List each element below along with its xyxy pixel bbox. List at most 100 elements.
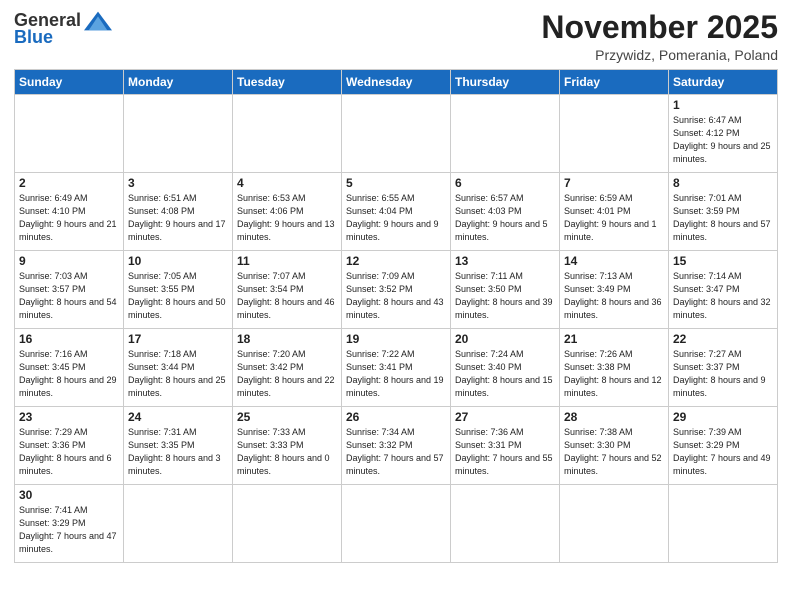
calendar-cell: 14 Sunrise: 7:13 AM Sunset: 3:49 PM Dayli… xyxy=(560,251,669,329)
day-number: 30 xyxy=(19,488,119,502)
calendar-cell xyxy=(560,485,669,563)
day-number: 2 xyxy=(19,176,119,190)
calendar-cell: 27Sunrise: 7:36 AM Sunset: 3:31 PM Dayli… xyxy=(451,407,560,485)
calendar-week-row: 23 Sunrise: 7:29 AM Sunset: 3:36 PM Dayli… xyxy=(15,407,778,485)
day-number: 7 xyxy=(564,176,664,190)
calendar-cell: 18 Sunrise: 7:20 AM Sunset: 3:42 PM Dayli… xyxy=(233,329,342,407)
day-number: 8 xyxy=(673,176,773,190)
day-number: 21 xyxy=(564,332,664,346)
day-number: 29 xyxy=(673,410,773,424)
day-number: 12 xyxy=(346,254,446,268)
day-info: Sunrise: 6:53 AM Sunset: 4:06 PM Dayligh… xyxy=(237,192,337,244)
weekday-header: Saturday xyxy=(669,70,778,95)
calendar-cell xyxy=(451,95,560,173)
weekday-header: Sunday xyxy=(15,70,124,95)
day-info: Sunrise: 7:34 AM Sunset: 3:32 PM Dayligh… xyxy=(346,426,446,478)
calendar-cell: 16Sunrise: 7:16 AM Sunset: 3:45 PM Dayli… xyxy=(15,329,124,407)
calendar-cell xyxy=(342,95,451,173)
day-info: Sunrise: 7:13 AM Sunset: 3:49 PM Dayligh… xyxy=(564,270,664,322)
day-info: Sunrise: 7:38 AM Sunset: 3:30 PM Dayligh… xyxy=(564,426,664,478)
day-info: Sunrise: 7:29 AM Sunset: 3:36 PM Dayligh… xyxy=(19,426,119,478)
calendar-cell xyxy=(342,485,451,563)
page: General Blue November 2025 Przywidz, Pom… xyxy=(0,0,792,612)
day-number: 26 xyxy=(346,410,446,424)
location-title: Przywidz, Pomerania, Poland xyxy=(541,47,778,63)
weekday-header: Friday xyxy=(560,70,669,95)
day-info: Sunrise: 7:01 AM Sunset: 3:59 PM Dayligh… xyxy=(673,192,773,244)
calendar: SundayMondayTuesdayWednesdayThursdayFrid… xyxy=(14,69,778,563)
day-info: Sunrise: 7:39 AM Sunset: 3:29 PM Dayligh… xyxy=(673,426,773,478)
day-info: Sunrise: 6:57 AM Sunset: 4:03 PM Dayligh… xyxy=(455,192,555,244)
day-number: 25 xyxy=(237,410,337,424)
calendar-cell: 26 Sunrise: 7:34 AM Sunset: 3:32 PM Dayli… xyxy=(342,407,451,485)
day-info: Sunrise: 7:26 AM Sunset: 3:38 PM Dayligh… xyxy=(564,348,664,400)
calendar-cell: 28 Sunrise: 7:38 AM Sunset: 3:30 PM Dayli… xyxy=(560,407,669,485)
calendar-week-row: 2Sunrise: 6:49 AM Sunset: 4:10 PM Daylig… xyxy=(15,173,778,251)
calendar-header: SundayMondayTuesdayWednesdayThursdayFrid… xyxy=(15,70,778,95)
day-number: 9 xyxy=(19,254,119,268)
day-info: Sunrise: 7:18 AM Sunset: 3:44 PM Dayligh… xyxy=(128,348,228,400)
day-number: 6 xyxy=(455,176,555,190)
day-info: Sunrise: 7:09 AM Sunset: 3:52 PM Dayligh… xyxy=(346,270,446,322)
day-number: 4 xyxy=(237,176,337,190)
day-info: Sunrise: 7:03 AM Sunset: 3:57 PM Dayligh… xyxy=(19,270,119,322)
day-info: Sunrise: 6:47 AM Sunset: 4:12 PM Dayligh… xyxy=(673,114,773,166)
day-number: 13 xyxy=(455,254,555,268)
title-area: November 2025 Przywidz, Pomerania, Polan… xyxy=(541,10,778,63)
day-number: 18 xyxy=(237,332,337,346)
day-info: Sunrise: 7:05 AM Sunset: 3:55 PM Dayligh… xyxy=(128,270,228,322)
calendar-cell: 12 Sunrise: 7:09 AM Sunset: 3:52 PM Dayli… xyxy=(342,251,451,329)
calendar-cell: 3 Sunrise: 6:51 AM Sunset: 4:08 PM Daylig… xyxy=(124,173,233,251)
calendar-cell xyxy=(451,485,560,563)
calendar-cell xyxy=(669,485,778,563)
day-number: 11 xyxy=(237,254,337,268)
day-number: 19 xyxy=(346,332,446,346)
calendar-cell: 5 Sunrise: 6:55 AM Sunset: 4:04 PM Daylig… xyxy=(342,173,451,251)
day-info: Sunrise: 6:55 AM Sunset: 4:04 PM Dayligh… xyxy=(346,192,446,244)
calendar-cell: 9 Sunrise: 7:03 AM Sunset: 3:57 PM Daylig… xyxy=(15,251,124,329)
calendar-cell: 21 Sunrise: 7:26 AM Sunset: 3:38 PM Dayli… xyxy=(560,329,669,407)
calendar-cell: 13 Sunrise: 7:11 AM Sunset: 3:50 PM Dayli… xyxy=(451,251,560,329)
day-number: 28 xyxy=(564,410,664,424)
day-number: 23 xyxy=(19,410,119,424)
calendar-week-row: 1 Sunrise: 6:47 AM Sunset: 4:12 PM Daylig… xyxy=(15,95,778,173)
calendar-cell: 17 Sunrise: 7:18 AM Sunset: 3:44 PM Dayli… xyxy=(124,329,233,407)
calendar-cell xyxy=(233,95,342,173)
calendar-cell: 15 Sunrise: 7:14 AM Sunset: 3:47 PM Dayli… xyxy=(669,251,778,329)
day-number: 3 xyxy=(128,176,228,190)
logo: General Blue xyxy=(14,10,112,48)
day-info: Sunrise: 7:24 AM Sunset: 3:40 PM Dayligh… xyxy=(455,348,555,400)
calendar-body: 1 Sunrise: 6:47 AM Sunset: 4:12 PM Daylig… xyxy=(15,95,778,563)
calendar-cell: 6 Sunrise: 6:57 AM Sunset: 4:03 PM Daylig… xyxy=(451,173,560,251)
logo-blue-text: Blue xyxy=(14,27,53,48)
calendar-cell: 7Sunrise: 6:59 AM Sunset: 4:01 PM Daylig… xyxy=(560,173,669,251)
month-title: November 2025 xyxy=(541,10,778,45)
day-number: 5 xyxy=(346,176,446,190)
day-info: Sunrise: 7:14 AM Sunset: 3:47 PM Dayligh… xyxy=(673,270,773,322)
day-info: Sunrise: 7:20 AM Sunset: 3:42 PM Dayligh… xyxy=(237,348,337,400)
weekday-header: Monday xyxy=(124,70,233,95)
day-number: 17 xyxy=(128,332,228,346)
day-info: Sunrise: 7:36 AM Sunset: 3:31 PM Dayligh… xyxy=(455,426,555,478)
day-info: Sunrise: 7:33 AM Sunset: 3:33 PM Dayligh… xyxy=(237,426,337,478)
day-number: 16 xyxy=(19,332,119,346)
calendar-cell xyxy=(560,95,669,173)
day-info: Sunrise: 6:51 AM Sunset: 4:08 PM Dayligh… xyxy=(128,192,228,244)
calendar-cell: 20Sunrise: 7:24 AM Sunset: 3:40 PM Dayli… xyxy=(451,329,560,407)
day-info: Sunrise: 7:22 AM Sunset: 3:41 PM Dayligh… xyxy=(346,348,446,400)
day-number: 10 xyxy=(128,254,228,268)
day-info: Sunrise: 7:41 AM Sunset: 3:29 PM Dayligh… xyxy=(19,504,119,556)
calendar-cell: 1 Sunrise: 6:47 AM Sunset: 4:12 PM Daylig… xyxy=(669,95,778,173)
day-number: 15 xyxy=(673,254,773,268)
day-number: 14 xyxy=(564,254,664,268)
calendar-cell: 8 Sunrise: 7:01 AM Sunset: 3:59 PM Daylig… xyxy=(669,173,778,251)
calendar-cell xyxy=(124,95,233,173)
calendar-cell: 24Sunrise: 7:31 AM Sunset: 3:35 PM Dayli… xyxy=(124,407,233,485)
calendar-cell: 19 Sunrise: 7:22 AM Sunset: 3:41 PM Dayli… xyxy=(342,329,451,407)
day-number: 22 xyxy=(673,332,773,346)
calendar-cell: 11Sunrise: 7:07 AM Sunset: 3:54 PM Dayli… xyxy=(233,251,342,329)
calendar-cell: 29 Sunrise: 7:39 AM Sunset: 3:29 PM Dayli… xyxy=(669,407,778,485)
day-number: 1 xyxy=(673,98,773,112)
day-info: Sunrise: 7:11 AM Sunset: 3:50 PM Dayligh… xyxy=(455,270,555,322)
calendar-cell: 10 Sunrise: 7:05 AM Sunset: 3:55 PM Dayli… xyxy=(124,251,233,329)
